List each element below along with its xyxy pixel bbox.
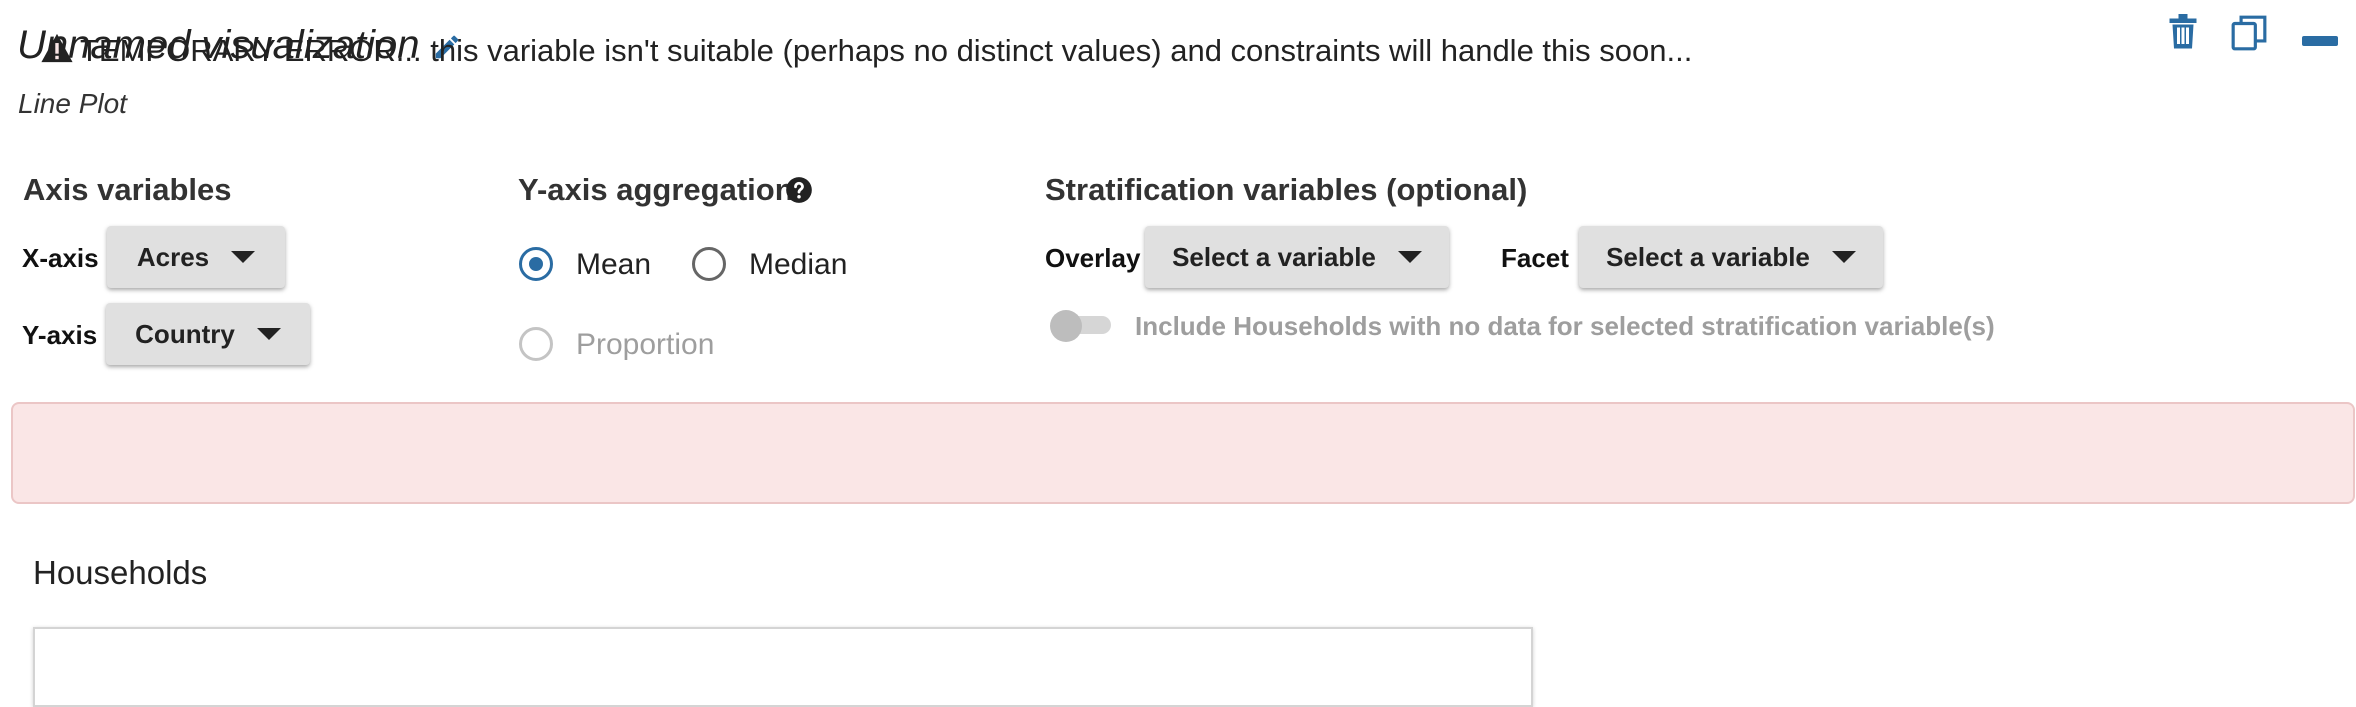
chevron-down-icon <box>231 251 256 263</box>
plot-area <box>33 627 1533 707</box>
overlay-label: Overlay <box>1045 243 1141 273</box>
chevron-down-icon <box>256 328 281 340</box>
y-axis-label: Y-axis <box>22 320 98 350</box>
radio-median[interactable] <box>692 247 726 281</box>
radio-mean-label: Mean <box>576 248 652 281</box>
toggle-knob[interactable] <box>1050 310 1082 342</box>
radio-median-label: Median <box>749 248 848 281</box>
alert-message: TEMPORARY ERROR... this variable isn't s… <box>80 33 1693 68</box>
stratification-heading: Stratification variables (optional) <box>1045 172 1528 207</box>
overlay-value: Select a variable <box>1172 241 1376 272</box>
y-axis-value: Country <box>135 318 235 349</box>
x-axis-value: Acres <box>136 241 210 272</box>
radio-proportion-label: Proportion <box>576 328 715 361</box>
chevron-down-icon <box>1831 251 1856 263</box>
warning-icon <box>41 33 73 63</box>
plot-type-label: Line Plot <box>18 88 127 119</box>
copy-icon[interactable] <box>2230 14 2268 52</box>
help-icon[interactable] <box>785 176 813 204</box>
radio-proportion[interactable] <box>519 327 553 361</box>
overlay-select[interactable]: Select a variable <box>1145 226 1449 288</box>
plot-title: Households <box>33 554 208 591</box>
error-alert <box>11 402 2355 504</box>
axis-variables-heading: Axis variables <box>23 172 232 207</box>
facet-select[interactable]: Select a variable <box>1579 226 1883 288</box>
x-axis-select[interactable]: Acres <box>107 226 285 288</box>
y-axis-aggregation-heading: Y-axis aggregation <box>518 172 794 207</box>
minimize-icon[interactable] <box>2302 36 2338 46</box>
include-no-data-label: Include Households with no data for sele… <box>1135 311 1995 341</box>
trash-icon[interactable] <box>2168 14 2198 50</box>
facet-label: Facet <box>1501 243 1569 273</box>
x-axis-label: X-axis <box>22 243 99 273</box>
radio-mean[interactable] <box>519 247 553 281</box>
chevron-down-icon <box>1397 251 1422 263</box>
facet-value: Select a variable <box>1606 241 1810 272</box>
y-axis-select[interactable]: Country <box>106 303 310 365</box>
